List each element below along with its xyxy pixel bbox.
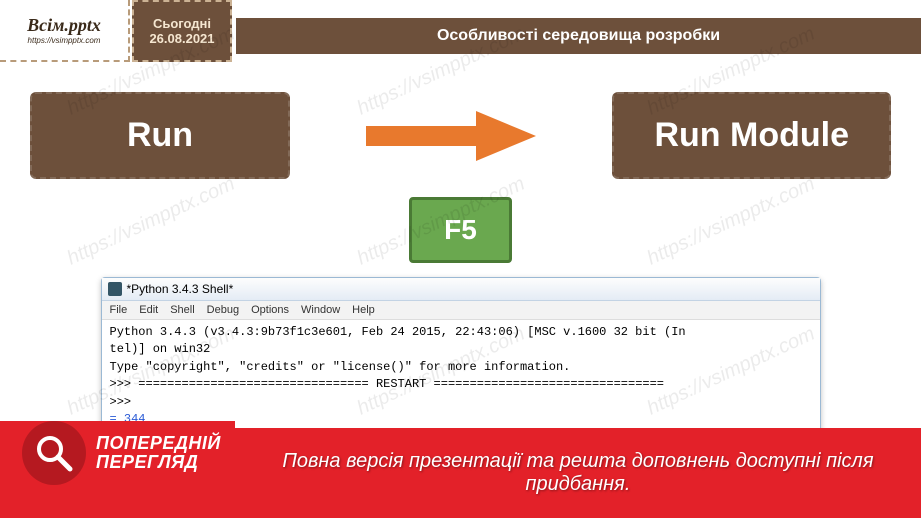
- shell-line: Type "copyright", "credits" or "license(…: [110, 359, 812, 376]
- preview-l2: ПЕРЕГЛЯД: [96, 453, 221, 472]
- logo-url: https://vsimpptx.com: [28, 36, 101, 45]
- shell-line: Python 3.4.3 (v3.4.3:9b73f1c3e601, Feb 2…: [110, 324, 812, 341]
- date-badge: Сьогодні 26.08.2021: [132, 0, 232, 62]
- preview-label: ПОПЕРЕДНІЙ ПЕРЕГЛЯД: [96, 434, 221, 472]
- shell-line: >>>: [110, 394, 812, 411]
- menu-debug[interactable]: Debug: [207, 304, 239, 316]
- shell-menu: File Edit Shell Debug Options Window Hel…: [102, 301, 820, 320]
- shell-title: *Python 3.4.3 Shell*: [127, 282, 234, 296]
- menu-shell[interactable]: Shell: [170, 304, 194, 316]
- shell-line: tel)] on win32: [110, 341, 812, 358]
- menu-edit[interactable]: Edit: [139, 304, 158, 316]
- logo-area: Всім.pptx https://vsimpptx.com: [0, 0, 130, 62]
- slide-title: Особливості середовища розробки: [236, 18, 921, 54]
- preview-l1: ПОПЕРЕДНІЙ: [96, 434, 221, 453]
- python-icon: [108, 282, 122, 296]
- overlay-message: Повна версія презентації та решта доповн…: [235, 450, 921, 496]
- menu-help[interactable]: Help: [352, 304, 375, 316]
- menu-window[interactable]: Window: [301, 304, 340, 316]
- f5-row: F5: [30, 197, 891, 263]
- preview-overlay: ПОПЕРЕДНІЙ ПЕРЕГЛЯД Повна версія презент…: [0, 428, 921, 518]
- magnifier-icon: [22, 421, 86, 485]
- main-content: Run Run Module F5 *Python 3.4.3 Shell* F…: [0, 62, 921, 478]
- date-value: 26.08.2021: [149, 31, 214, 46]
- f5-button: F5: [409, 197, 512, 263]
- preview-badge: ПОПЕРЕДНІЙ ПЕРЕГЛЯД: [0, 421, 235, 485]
- run-module-button: Run Module: [612, 92, 891, 179]
- shell-restart: >>> ================================ RES…: [110, 376, 812, 393]
- header: Всім.pptx https://vsimpptx.com Сьогодні …: [0, 0, 921, 62]
- menu-options[interactable]: Options: [251, 304, 289, 316]
- logo-title: Всім.pptx: [27, 15, 101, 36]
- run-row: Run Run Module: [30, 92, 891, 179]
- date-label: Сьогодні: [153, 16, 211, 31]
- menu-file[interactable]: File: [110, 304, 128, 316]
- run-button: Run: [30, 92, 290, 179]
- shell-titlebar: *Python 3.4.3 Shell*: [102, 278, 820, 301]
- arrow-icon: [361, 106, 541, 166]
